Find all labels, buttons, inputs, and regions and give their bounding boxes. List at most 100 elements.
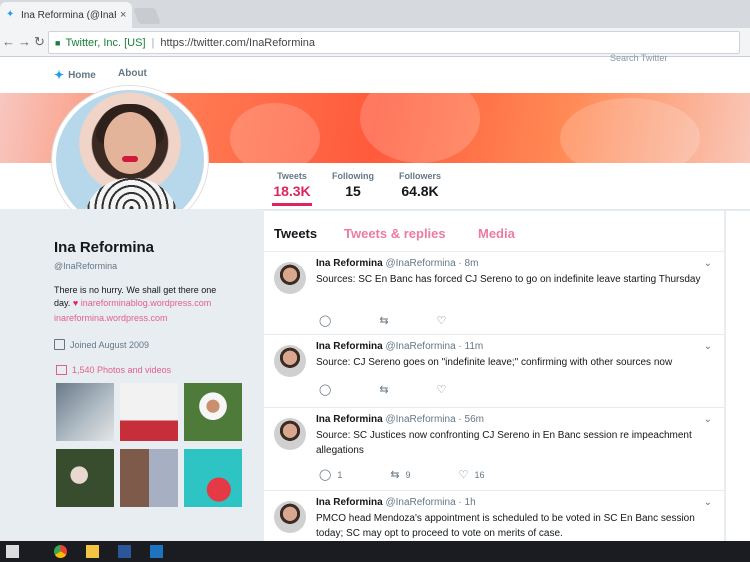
stat-value: 18.3K [273, 183, 311, 199]
tweet[interactable]: Ina Reformina @InaReformina · 56m ⌄ Sour… [264, 408, 724, 491]
chevron-down-icon[interactable]: ⌄ [704, 497, 712, 508]
bio-link[interactable]: inareforminablog.wordpress.com [81, 298, 212, 308]
tweet-author[interactable]: Ina Reformina [316, 258, 383, 269]
like-action[interactable]: ♡ 16 [459, 468, 485, 481]
tweet-author[interactable]: Ina Reformina [316, 497, 383, 508]
retweet-icon[interactable]: ⇆ [379, 314, 388, 327]
bio-text: day. [54, 298, 71, 308]
retweet-count: 9 [405, 469, 411, 480]
chevron-down-icon[interactable]: ⌄ [704, 341, 712, 352]
tweet-text: Sources: SC En Banc has forced CJ Sereno… [316, 274, 701, 285]
tweet-meta: @InaReformina · 11m [385, 341, 484, 352]
tab-title: Ina Reformina (@InaRef [21, 9, 116, 21]
stat-label: Tweets [277, 171, 307, 181]
calendar-icon [54, 339, 65, 350]
screen: ✦ Ina Reformina (@InaRef × ← → ↻ ■ Twitt… [0, 0, 750, 562]
tweet-avatar[interactable] [274, 262, 306, 294]
stat-followers[interactable]: Followers 64.8K [396, 171, 444, 199]
browser-tab-bar: ✦ Ina Reformina (@InaRef × [0, 0, 750, 28]
tweet-meta: @InaReformina · 8m [385, 258, 479, 269]
media-thumbnail[interactable] [184, 449, 242, 507]
tweet-author[interactable]: Ina Reformina [316, 414, 383, 425]
nav-home[interactable]: ✦ Home [54, 68, 96, 82]
tweet-avatar[interactable] [274, 501, 306, 533]
media-thumbnail[interactable] [56, 449, 114, 507]
profile-website-link[interactable]: inareformina.wordpress.com [54, 313, 168, 323]
chevron-down-icon[interactable]: ⌄ [704, 258, 712, 269]
tweet-author[interactable]: Ina Reformina [316, 341, 383, 352]
word-icon[interactable] [118, 545, 131, 558]
tab-tweets-replies[interactable]: Tweets & replies [344, 226, 446, 241]
tweet-text: Source: SC Justices now confronting CJ S… [316, 430, 692, 456]
photos-videos-label: 1,540 Photos and videos [72, 365, 172, 375]
profile-handle[interactable]: @InaReformina [54, 261, 117, 271]
retweet-action[interactable]: ⇆ 9 [390, 468, 410, 481]
chrome-icon[interactable] [54, 545, 67, 558]
stat-following[interactable]: Following 15 [330, 171, 376, 199]
tweet-header: Ina Reformina @InaReformina · 56m [316, 414, 484, 425]
photos-videos-link[interactable]: 1,540 Photos and videos [56, 365, 171, 375]
url-text: https://twitter.com/InaReformina [160, 36, 316, 49]
profile-joined: Joined August 2009 [54, 339, 149, 350]
forward-icon[interactable]: → [18, 34, 31, 49]
tab-media[interactable]: Media [478, 226, 515, 241]
tweet-actions: ◯ ⇆ ♡ [319, 383, 494, 396]
tweet-header: Ina Reformina @InaReformina · 11m [316, 341, 483, 352]
reply-count: 1 [337, 469, 343, 480]
media-thumbnail[interactable] [184, 383, 242, 441]
tweet[interactable]: Ina Reformina @InaReformina · 11m ⌄ Sour… [264, 335, 724, 408]
store-icon[interactable] [150, 545, 163, 558]
back-icon[interactable]: ← [2, 34, 15, 49]
twitter-bird-icon: ✦ [6, 9, 15, 20]
stat-tweets[interactable]: Tweets 18.3K [272, 171, 312, 206]
tweet-text: PMCO head Mendoza's appointment is sched… [316, 513, 695, 539]
right-sidebar [726, 211, 750, 562]
profile-sidebar: Ina Reformina @InaReformina There is no … [0, 209, 262, 562]
tweet-meta: @InaReformina · 56m [385, 414, 484, 425]
bio-line: There is no hurry. We shall get there on… [54, 285, 217, 295]
reply-action[interactable]: ◯ 1 [319, 468, 342, 481]
tweet-avatar[interactable] [274, 345, 306, 377]
tweet-avatar[interactable] [274, 418, 306, 450]
tab-tweets[interactable]: Tweets [274, 226, 317, 241]
tweet[interactable]: Ina Reformina @InaReformina · 8m ⌄ Sourc… [264, 252, 724, 335]
site-org-label: Twitter, Inc. [US] [65, 36, 146, 49]
folder-icon[interactable] [86, 545, 99, 558]
heart-icon: ♥ [72, 298, 79, 308]
reply-icon[interactable]: ◯ [319, 314, 331, 327]
close-icon[interactable]: × [120, 9, 126, 21]
image-icon [56, 365, 67, 375]
media-thumbnail[interactable] [56, 383, 114, 441]
new-tab-button[interactable] [133, 8, 161, 24]
media-thumbnail[interactable] [120, 449, 178, 507]
stat-label: Followers [398, 171, 441, 181]
stat-value: 15 [345, 183, 361, 199]
bio-line: day. ♥ inareforminablog.wordpress.com [54, 297, 244, 310]
search-input[interactable]: Search Twitter [600, 48, 710, 68]
nav-home-label: Home [68, 69, 96, 81]
like-icon[interactable]: ♡ [437, 314, 447, 327]
tweet-header: Ina Reformina @InaReformina · 1h [316, 497, 476, 508]
tweet-header: Ina Reformina @InaReformina · 8m [316, 258, 478, 269]
nav-about-label: About [118, 68, 147, 79]
url-separator: | [151, 36, 155, 49]
chevron-down-icon[interactable]: ⌄ [704, 414, 712, 425]
lock-icon: ■ [55, 37, 61, 48]
reply-icon[interactable]: ◯ [319, 383, 331, 396]
reply-icon: ◯ [319, 469, 332, 481]
windows-start-icon[interactable] [6, 545, 19, 558]
like-icon[interactable]: ♡ [437, 383, 447, 396]
reload-icon[interactable]: ↻ [34, 34, 45, 50]
like-icon: ♡ [458, 469, 469, 481]
os-taskbar [0, 541, 750, 562]
nav-about[interactable]: About [118, 68, 147, 79]
tweet-actions: ◯ ⇆ ♡ [319, 314, 494, 327]
profile-name[interactable]: Ina Reformina [54, 239, 154, 256]
like-count: 16 [474, 469, 485, 480]
timeline-tabs: Tweets Tweets & replies Media [264, 211, 724, 252]
browser-tab[interactable]: ✦ Ina Reformina (@InaRef × [0, 2, 132, 28]
media-thumbnail[interactable] [120, 383, 178, 441]
retweet-icon[interactable]: ⇆ [379, 383, 388, 396]
timeline: Tweets Tweets & replies Media Ina Reform… [264, 211, 724, 562]
tweet-meta: @InaReformina · 1h [385, 497, 476, 508]
